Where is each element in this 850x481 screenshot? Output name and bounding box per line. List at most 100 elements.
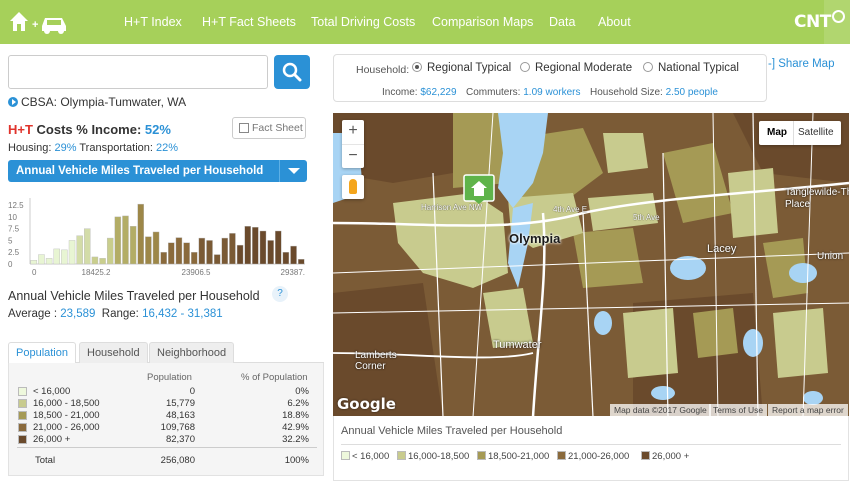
search-input[interactable] xyxy=(8,55,268,89)
legend-label: 16,000-18,500 xyxy=(408,451,470,462)
histogram-bar[interactable] xyxy=(152,231,160,265)
row-pct: 6.2% xyxy=(287,398,309,409)
nav-about[interactable]: About xyxy=(598,15,631,29)
nav-total-driving-costs[interactable]: Total Driving Costs xyxy=(311,15,415,29)
map-type-divider xyxy=(793,121,794,145)
home-car-logo-icon[interactable]: + xyxy=(8,8,70,34)
radio-label: Regional Moderate xyxy=(535,62,633,74)
tab-population[interactable]: Population xyxy=(8,342,76,364)
histogram-bar[interactable] xyxy=(183,242,190,265)
histogram-bar[interactable] xyxy=(191,252,198,265)
fact-sheet-label: Fact Sheet xyxy=(252,122,303,134)
histogram-bar[interactable] xyxy=(129,226,137,265)
histogram-bar[interactable] xyxy=(198,237,206,265)
legend-label: 18,500-21,000 xyxy=(488,451,550,462)
share-map-link[interactable]: -] Share Map xyxy=(768,58,834,70)
radio-national-typical[interactable]: National Typical xyxy=(643,62,739,74)
help-icon[interactable]: ? xyxy=(272,286,288,302)
nav-ht-fact-sheets[interactable]: H+T Fact Sheets xyxy=(202,15,296,29)
row-label: 21,000 - 26,000 xyxy=(33,422,100,433)
histogram-bar[interactable] xyxy=(99,258,106,265)
nav-ht-index[interactable]: H+T Index xyxy=(124,15,182,29)
ht-title: Costs % Income: xyxy=(36,122,142,137)
terms-of-use-link[interactable]: Terms of Use xyxy=(709,404,768,416)
external-link-icon xyxy=(239,123,249,133)
histogram-bar[interactable] xyxy=(221,237,229,265)
histogram-bar[interactable] xyxy=(91,256,99,265)
map-type-map[interactable]: Map xyxy=(767,127,787,138)
histogram-bar[interactable] xyxy=(84,228,91,265)
x-tick-label: 29387. xyxy=(281,268,305,277)
histogram-bar[interactable] xyxy=(275,230,282,265)
cbsa-label: CBSA: Olympia-Tumwater, WA xyxy=(21,95,187,109)
histogram-bar[interactable] xyxy=(175,237,183,265)
street-view-pegman-icon[interactable] xyxy=(342,175,364,199)
histogram-bar[interactable] xyxy=(106,237,114,265)
legend-label: 21,000-26,000 xyxy=(568,451,630,462)
histogram-bar[interactable] xyxy=(30,260,38,265)
histogram-bar[interactable] xyxy=(45,258,53,265)
histogram-bar[interactable] xyxy=(267,240,274,265)
histogram-bar[interactable] xyxy=(68,240,76,265)
y-tick-label: 5 xyxy=(8,236,13,245)
histogram-bar[interactable] xyxy=(53,248,60,265)
choropleth-map[interactable] xyxy=(333,113,849,417)
radio-regional-moderate[interactable]: Regional Moderate xyxy=(520,62,632,74)
cbsa-toggle[interactable]: CBSA: Olympia-Tumwater, WA xyxy=(8,95,186,109)
row-count: 109,768 xyxy=(160,422,195,433)
tab-neighborhood[interactable]: Neighborhood xyxy=(149,342,235,363)
map-canvas[interactable]: Olympia Tumwater Lacey Lamberts Corner T… xyxy=(333,113,849,417)
zoom-controls: + − xyxy=(342,120,364,168)
tab-household[interactable]: Household xyxy=(79,342,148,363)
report-map-error-link[interactable]: Report a map error xyxy=(768,404,848,416)
home-marker-icon[interactable] xyxy=(463,174,495,208)
radio-regional-typical[interactable]: Regional Typical xyxy=(412,62,511,74)
histogram-bar[interactable] xyxy=(290,245,297,265)
histogram-bar[interactable] xyxy=(114,216,122,265)
range-label: Range: xyxy=(101,308,139,320)
legend-label: < 16,000 xyxy=(352,451,390,462)
map-label-5th-ave: 5th Ave xyxy=(633,213,660,222)
histogram-bar[interactable] xyxy=(297,259,305,265)
search-button[interactable] xyxy=(274,55,310,89)
size-label: Household Size: xyxy=(590,87,663,98)
google-logo[interactable]: Google xyxy=(337,395,396,413)
cnt-logo[interactable]: CNT xyxy=(794,10,845,32)
histogram-bar[interactable] xyxy=(206,240,213,265)
legend-item: 18,500-21,000 xyxy=(477,451,549,462)
histogram-bar[interactable] xyxy=(236,244,244,265)
table-row: 21,000 - 26,000 109,768 42.9% xyxy=(9,422,325,434)
zoom-out-button[interactable]: − xyxy=(342,144,364,168)
x-tick-label: 0 xyxy=(32,268,37,277)
histogram-bar[interactable] xyxy=(137,203,144,265)
histogram-bar[interactable] xyxy=(122,215,129,265)
map-data-attribution: Map data ©2017 Google xyxy=(610,404,711,416)
histogram-bar[interactable] xyxy=(160,252,167,265)
histogram-bar[interactable] xyxy=(76,235,83,265)
histogram-bar[interactable] xyxy=(168,242,175,265)
histogram-bar[interactable] xyxy=(259,230,267,265)
histogram-bar[interactable] xyxy=(244,226,251,265)
map-label-union: Union xyxy=(817,251,844,262)
chevron-down-icon[interactable] xyxy=(279,160,307,182)
map-type-satellite[interactable]: Satellite xyxy=(798,127,834,138)
x-tick-label: 23906.5 xyxy=(182,268,211,277)
histogram-bar[interactable] xyxy=(145,236,152,265)
histogram-bar[interactable] xyxy=(229,233,236,265)
col-pct-population: % of Population xyxy=(241,372,308,383)
color-swatch xyxy=(18,411,27,420)
histogram-bar[interactable] xyxy=(38,254,45,265)
nav-comparison-maps[interactable]: Comparison Maps xyxy=(432,15,533,29)
y-tick-label: 12.5 xyxy=(8,201,24,210)
ht-prefix: H+T xyxy=(8,122,33,137)
fact-sheet-button[interactable]: Fact Sheet xyxy=(232,117,306,139)
histogram-bar[interactable] xyxy=(282,252,290,265)
range-value: 16,432 - 31,381 xyxy=(142,308,223,320)
metric-select[interactable]: Annual Vehicle Miles Traveled per Househ… xyxy=(8,160,307,182)
histogram-bar[interactable] xyxy=(61,249,68,265)
histogram-bar[interactable] xyxy=(213,254,221,265)
histogram-bar[interactable] xyxy=(252,227,259,265)
nav-data[interactable]: Data xyxy=(549,15,575,29)
zoom-in-button[interactable]: + xyxy=(342,120,364,144)
row-label: 16,000 - 18,500 xyxy=(33,398,100,409)
